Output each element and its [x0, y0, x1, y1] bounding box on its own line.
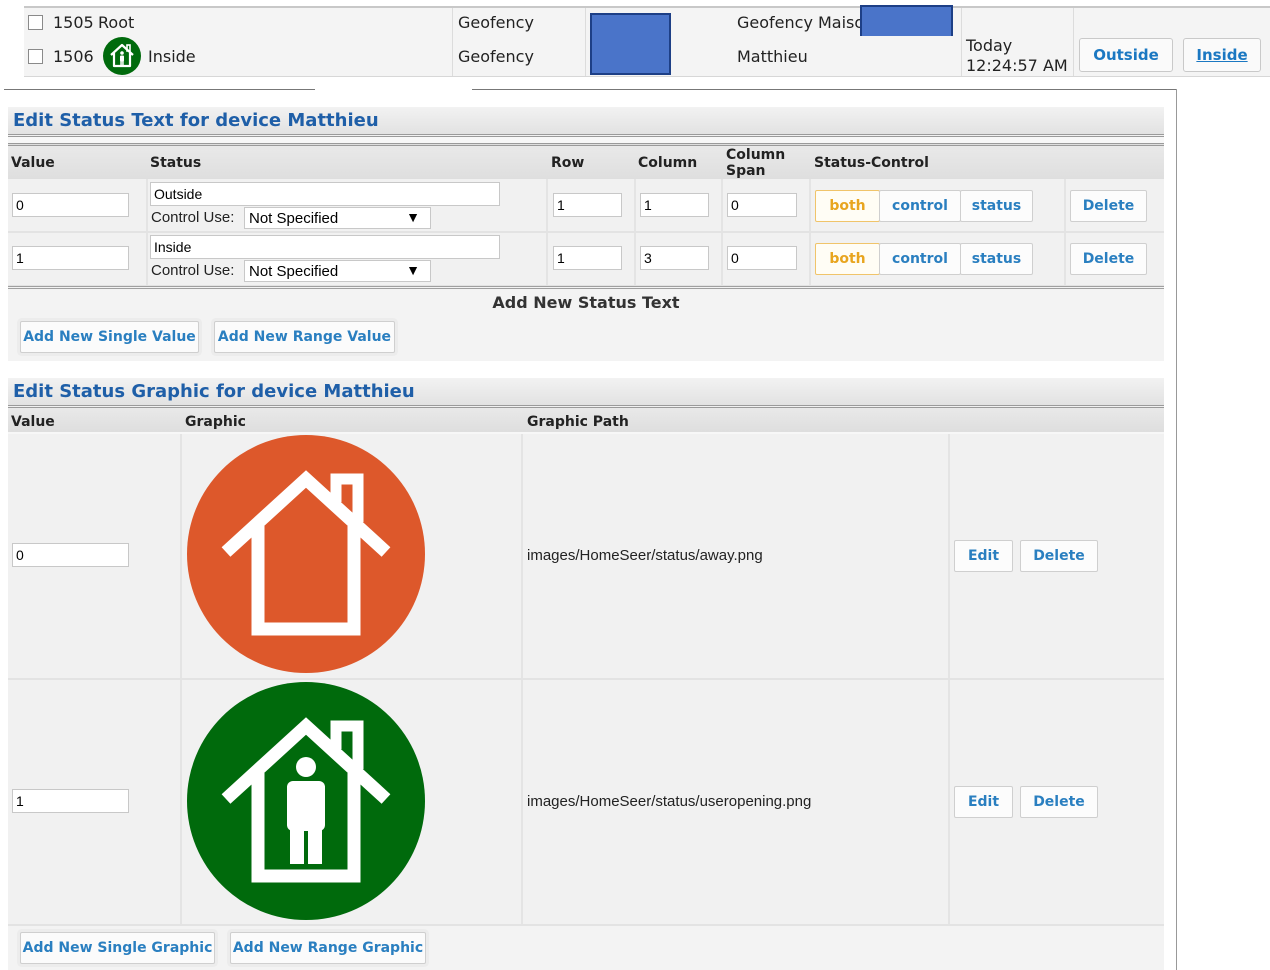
- status-graphic-title: Edit Status Graphic for device Matthieu: [8, 378, 1164, 408]
- device-type: Geofency: [458, 12, 534, 32]
- column-input[interactable]: 1: [640, 193, 709, 217]
- status-graphic-row: 0 images/HomeSeer/status/away.png Edit D…: [8, 434, 1164, 680]
- status-value-input[interactable]: 1: [12, 246, 129, 270]
- control-use-select[interactable]: Not Specified ▼: [244, 260, 431, 282]
- control-control-button[interactable]: control: [879, 190, 961, 222]
- control-status-button[interactable]: status: [960, 190, 1033, 222]
- column-span-input[interactable]: 0: [727, 193, 797, 217]
- status-text-header: Value Status Row Column Column Span Stat…: [8, 143, 1164, 180]
- set-inside-button[interactable]: Inside: [1183, 38, 1261, 72]
- column-span-input[interactable]: 0: [727, 246, 797, 270]
- delete-button[interactable]: Delete: [1020, 540, 1098, 572]
- control-control-button[interactable]: control: [879, 243, 961, 275]
- graphic-path-text: images/HomeSeer/status/useropening.png: [527, 793, 812, 810]
- add-single-graphic-button[interactable]: Add New Single Graphic: [20, 932, 215, 964]
- status-text-input[interactable]: Inside: [150, 235, 500, 259]
- row-input[interactable]: 1: [553, 193, 622, 217]
- person-in-house-icon: [187, 682, 425, 920]
- device-type: Geofency: [458, 46, 534, 66]
- add-status-text-footer: Add New Status Text Add New Single Value…: [8, 286, 1164, 361]
- status-text-row: 1 Inside Control Use: Not Specified ▼ 1 …: [8, 233, 1164, 287]
- status-value-input[interactable]: 0: [12, 193, 129, 217]
- device-checkbox[interactable]: [28, 14, 43, 30]
- redaction-box: [860, 5, 953, 38]
- device-id: 1505: [53, 12, 94, 32]
- device-name[interactable]: Inside: [148, 36, 196, 76]
- set-outside-button[interactable]: Outside: [1079, 38, 1173, 72]
- edit-button[interactable]: Edit: [954, 540, 1013, 572]
- chevron-down-icon: ▼: [406, 209, 420, 225]
- device-location-link[interactable]: Geofency Maison: [737, 8, 874, 36]
- away-house-icon: [187, 435, 425, 673]
- device-id: 1506: [53, 46, 94, 66]
- person-in-house-icon: [103, 37, 141, 75]
- control-use-select[interactable]: Not Specified ▼: [244, 207, 431, 229]
- device-location-link[interactable]: Matthieu: [737, 36, 808, 76]
- device-name[interactable]: Root: [98, 8, 134, 36]
- status-graphic-header: Value Graphic Graphic Path: [8, 408, 1164, 432]
- add-status-text-heading: Add New Status Text: [492, 293, 680, 312]
- delete-button[interactable]: Delete: [1070, 243, 1147, 275]
- edit-button[interactable]: Edit: [954, 786, 1013, 818]
- status-text-panel: Edit Status Text for device Matthieu Val…: [8, 107, 1164, 361]
- control-use-label: Control Use:: [151, 209, 235, 226]
- redaction-box: [590, 13, 671, 75]
- status-text-input[interactable]: Outside: [150, 182, 500, 206]
- column-input[interactable]: 3: [640, 246, 709, 270]
- add-status-graphic-footer: Add New Single Graphic Add New Range Gra…: [8, 926, 1164, 970]
- add-range-value-button[interactable]: Add New Range Value: [214, 321, 395, 353]
- graphic-value-input[interactable]: 0: [12, 543, 129, 567]
- status-text-title: Edit Status Text for device Matthieu: [8, 107, 1164, 137]
- device-checkbox[interactable]: [28, 48, 43, 64]
- status-graphic-panel: Edit Status Graphic for device Matthieu …: [8, 378, 1164, 970]
- graphic-path-text: images/HomeSeer/status/away.png: [527, 547, 763, 564]
- control-both-button[interactable]: both: [815, 243, 880, 275]
- status-graphic-row: 1 images/HomeSeer/status/useropening.png…: [8, 680, 1164, 926]
- status-text-row: 0 Outside Control Use: Not Specified ▼ 1…: [8, 179, 1164, 233]
- last-change-time: Today 12:24:57 AM: [966, 36, 1068, 75]
- control-both-button[interactable]: both: [815, 190, 880, 222]
- control-use-label: Control Use:: [151, 262, 235, 279]
- delete-button[interactable]: Delete: [1020, 786, 1098, 818]
- add-single-value-button[interactable]: Add New Single Value: [20, 321, 199, 353]
- chevron-down-icon: ▼: [406, 262, 420, 278]
- add-range-graphic-button[interactable]: Add New Range Graphic: [230, 932, 426, 964]
- control-status-button[interactable]: status: [960, 243, 1033, 275]
- graphic-value-input[interactable]: 1: [12, 789, 129, 813]
- row-input[interactable]: 1: [553, 246, 622, 270]
- delete-button[interactable]: Delete: [1070, 190, 1147, 222]
